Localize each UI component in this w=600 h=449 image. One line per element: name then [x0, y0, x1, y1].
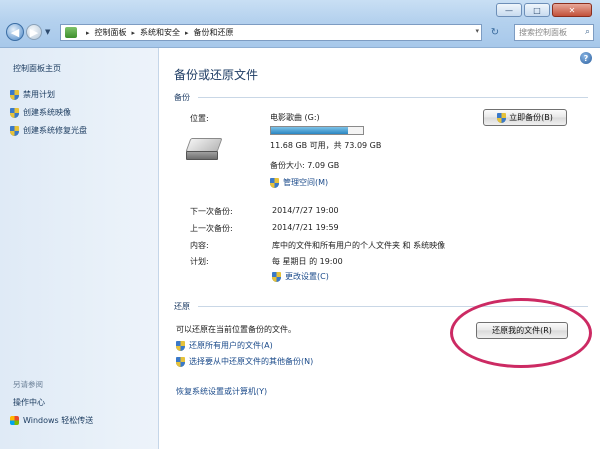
crumb-separator[interactable]: ▸ [86, 29, 90, 37]
crumb-separator[interactable]: ▸ [132, 29, 136, 37]
shield-icon [176, 340, 185, 351]
crumb-separator[interactable]: ▸ [185, 29, 189, 37]
shield-icon [10, 125, 19, 136]
refresh-button[interactable]: ↻ [486, 24, 504, 41]
see-also-heading: 另请参阅 [13, 380, 43, 389]
change-settings-link[interactable]: 更改设置(C) [272, 271, 329, 282]
recent-pages-dropdown[interactable]: ▼ [45, 28, 50, 36]
free-space-text: 11.68 GB 可用，共 73.09 GB [270, 141, 382, 150]
location-label: 位置: [190, 114, 209, 123]
next-backup-label: 下一次备份: [190, 207, 233, 216]
manage-space-link[interactable]: 管理空间(M) [270, 177, 328, 188]
schedule-label: 计划: [190, 257, 209, 266]
annotation-circle [450, 298, 592, 368]
restore-all-users-label: 还原所有用户的文件(A) [189, 341, 273, 350]
contents-value: 库中的文件和所有用户的个人文件夹 和 系统映像 [272, 241, 446, 250]
shield-icon [176, 356, 185, 367]
search-icon[interactable]: ⌕ [585, 27, 590, 37]
change-settings-label: 更改设置(C) [285, 272, 329, 281]
select-other-backup-label: 选择要从中还原文件的其他备份(N) [189, 357, 314, 366]
backup-now-button[interactable]: 立即备份(B) [483, 109, 567, 126]
last-backup-value: 2014/7/21 19:59 [272, 223, 339, 232]
maximize-button[interactable]: □ [524, 3, 550, 17]
address-dropdown-icon[interactable]: ▾ [475, 27, 479, 35]
control-panel-icon [65, 27, 77, 38]
shield-icon [497, 112, 507, 123]
disk-usage-bar [270, 126, 364, 135]
sidebar-home-link[interactable]: 控制面板主页 [13, 63, 61, 74]
nav-buttons: ◀ ▶ ▼ [6, 22, 53, 42]
drive-name: 电影歌曲 (G:) [270, 113, 320, 122]
manage-space-label: 管理空间(M) [283, 178, 329, 187]
sidebar-link-label: Windows 轻松传送 [23, 416, 94, 425]
sidebar-item-create-repair-disc[interactable]: 创建系统修复光盘 [10, 125, 87, 136]
window-controls: — □ ✕ [496, 3, 592, 17]
shield-icon [10, 107, 19, 118]
address-bar[interactable]: ▸ 控制面板 ▸ 系统和安全 ▸ 备份和还原 ▾ [60, 24, 482, 41]
recover-system-link[interactable]: 恢复系统设置或计算机(Y) [176, 386, 267, 397]
schedule-value: 每 星期日 的 19:00 [272, 257, 343, 266]
restore-section-heading: 还原 [174, 302, 190, 311]
divider [198, 97, 588, 98]
hard-drive-icon [185, 138, 224, 164]
shield-icon [270, 177, 279, 188]
backup-section-heading: 备份 [174, 93, 190, 102]
backup-now-label: 立即备份(B) [509, 113, 553, 122]
sidebar-item-label: 创建系统修复光盘 [23, 126, 87, 135]
shield-icon [272, 271, 281, 282]
sidebar-item-disable-schedule[interactable]: 禁用计划 [10, 89, 55, 100]
last-backup-label: 上一次备份: [190, 224, 233, 233]
sidebar-item-label: 禁用计划 [23, 90, 55, 99]
minimize-button[interactable]: — [496, 3, 522, 17]
search-placeholder: 搜索控制面板 [519, 28, 567, 37]
breadcrumb-control-panel[interactable]: 控制面板 [95, 27, 127, 38]
windows-logo-icon [10, 416, 19, 425]
disk-usage-fill [271, 127, 349, 134]
forward-button[interactable]: ▶ [26, 24, 42, 40]
next-backup-value: 2014/7/27 19:00 [272, 206, 339, 215]
sidebar-link-label: 操作中心 [13, 398, 45, 407]
restore-description: 可以还原在当前位置备份的文件。 [176, 325, 296, 334]
sidebar-item-create-system-image[interactable]: 创建系统映像 [10, 107, 71, 118]
breadcrumb-backup-restore[interactable]: 备份和还原 [194, 27, 234, 38]
page-title: 备份或还原文件 [174, 68, 259, 82]
sidebar-link-easy-transfer[interactable]: Windows 轻松传送 [10, 415, 93, 426]
close-button[interactable]: ✕ [552, 3, 592, 17]
breadcrumb-system-security[interactable]: 系统和安全 [140, 27, 180, 38]
help-icon[interactable]: ? [580, 52, 592, 64]
sidebar-item-label: 创建系统映像 [23, 108, 71, 117]
contents-label: 内容: [190, 241, 209, 250]
search-input[interactable]: 搜索控制面板 ⌕ [514, 24, 594, 41]
restore-all-users-link[interactable]: 还原所有用户的文件(A) [176, 340, 273, 351]
select-other-backup-link[interactable]: 选择要从中还原文件的其他备份(N) [176, 356, 313, 367]
backup-size-text: 备份大小: 7.09 GB [270, 161, 340, 170]
back-button[interactable]: ◀ [6, 23, 24, 41]
sidebar-link-action-center[interactable]: 操作中心 [13, 397, 45, 408]
shield-icon [10, 89, 19, 100]
title-bar: — □ ✕ ◀ ▶ ▼ ▸ 控制面板 ▸ 系统和安全 ▸ 备份和还原 ▾ ↻ 搜… [0, 0, 600, 48]
recover-system-label: 恢复系统设置或计算机(Y) [176, 387, 268, 396]
